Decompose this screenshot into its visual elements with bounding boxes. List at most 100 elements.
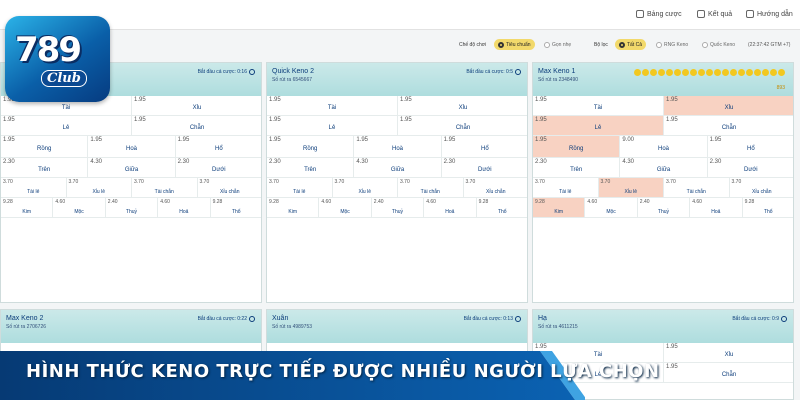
bet-odds: 3.70 [134, 179, 144, 185]
bet-option[interactable]: 9.28 Thổ [211, 198, 261, 217]
mode-compact-radio[interactable]: Gọn nhẹ [540, 39, 575, 50]
bet-option[interactable]: 1.95 Hổ [176, 136, 261, 157]
bet-option[interactable]: 1.95 Chẵn [664, 116, 793, 135]
bet-option[interactable]: 4.60 Hoả [690, 198, 743, 217]
bet-option[interactable]: 2.40 Thuỷ [106, 198, 159, 217]
nav-betting-board[interactable]: Bảng cược [636, 10, 682, 18]
radio-icon [702, 41, 708, 48]
bet-option[interactable]: 1.95 Xỉu [132, 96, 261, 115]
filter-all-radio[interactable]: Tất Cả [615, 39, 647, 50]
bet-option[interactable]: 3.70 Tài chẵn [398, 178, 464, 197]
bet-option[interactable]: 9.28 Thổ [743, 198, 793, 217]
bet-option[interactable]: 3.70 Tài lẻ [533, 178, 599, 197]
clock-icon [515, 316, 521, 322]
bet-option[interactable]: 2.30 Trên [267, 158, 355, 177]
bet-name: Tài chẵn [420, 189, 440, 195]
bet-option[interactable]: 1.95 Tài [533, 96, 664, 115]
bet-row: 2.30 Trên 4.30 Giữa 2.30 Dưới [533, 158, 793, 178]
nav-guide[interactable]: Hướng dẫn [746, 10, 793, 18]
result-ball [690, 69, 697, 76]
bet-option[interactable]: 3.70 Xỉu chẵn [198, 178, 262, 197]
bet-option[interactable]: 1.95 Lẻ [533, 116, 664, 135]
card-header: Max Keno 1 Số rút ra 2348490 893 [533, 63, 793, 96]
bet-option[interactable]: 3.70 Tài lẻ [267, 178, 333, 197]
bet-option[interactable]: 4.30 Giữa [88, 158, 176, 177]
bet-name: Tài [327, 105, 337, 111]
bet-name: Chẵn [455, 125, 471, 131]
result-ball [778, 69, 785, 76]
result-ball [674, 69, 681, 76]
bet-odds: 4.30 [622, 159, 635, 165]
bet-name: Thổ [497, 209, 507, 215]
bet-option[interactable]: 4.60 Mộc [53, 198, 106, 217]
bet-option[interactable]: 9.00 Hoà [620, 136, 708, 157]
bet-option[interactable]: 4.30 Giữa [620, 158, 708, 177]
countdown-text: Bắt đầu cá cược: 0:5 [466, 69, 513, 75]
bet-odds: 1.95 [666, 344, 678, 350]
bet-option[interactable]: 1.95 Xỉu [398, 96, 527, 115]
bet-option[interactable]: 1.95 Lẻ [267, 116, 398, 135]
bet-option[interactable]: 2.30 Dưới [176, 158, 261, 177]
bet-option[interactable]: 9.28 Thổ [477, 198, 527, 217]
bet-name: Tài lẻ [559, 189, 572, 195]
bet-option[interactable]: 3.70 Xỉu chẵn [464, 178, 528, 197]
bet-option[interactable]: 3.70 Tài chẵn [664, 178, 730, 197]
bet-name: Lẻ [62, 125, 70, 131]
bet-name: Xỉu [192, 105, 202, 111]
bet-option[interactable]: 1.95 Hoà [88, 136, 176, 157]
bet-option[interactable]: 4.60 Hoả [424, 198, 477, 217]
mode-standard-radio[interactable]: Tiêu chuẩn [494, 39, 535, 50]
bet-option[interactable]: 2.30 Trên [1, 158, 89, 177]
bet-option[interactable]: 9.28 Kim [267, 198, 320, 217]
bet-option[interactable]: 3.70 Xỉu lẻ [67, 178, 132, 197]
radio-icon [619, 41, 625, 48]
bet-option[interactable]: 1.95 Chẵn [132, 116, 261, 135]
bet-option[interactable]: 2.40 Thuỷ [372, 198, 425, 217]
bet-option[interactable]: 2.30 Dưới [442, 158, 527, 177]
game-card[interactable]: Quick Keno 2 Số rút ra 6545667 Bắt đầu cá … [266, 62, 528, 303]
bet-option[interactable]: 1.95 Hổ [442, 136, 527, 157]
bet-option[interactable]: 2.40 Thuỷ [638, 198, 691, 217]
bet-name: Hổ [480, 146, 489, 152]
bet-option[interactable]: 3.70 Xỉu chẵn [730, 178, 794, 197]
bet-option[interactable]: 4.30 Giữa [354, 158, 442, 177]
bet-name: Chẵn [721, 125, 737, 131]
bet-option[interactable]: 1.95 Lẻ [1, 116, 132, 135]
bet-odds: 1.95 [134, 117, 146, 123]
bet-option[interactable]: 3.70 Xỉu lẻ [333, 178, 398, 197]
filter-rng-radio[interactable]: RNG Keno [652, 39, 692, 50]
game-card[interactable]: Max Keno 1 Số rút ra 2348490 893 1.95 Tài 1.9… [532, 62, 794, 303]
bet-name: Xỉu [724, 105, 734, 111]
nav-label: Kết quả [708, 10, 733, 18]
bet-option[interactable]: 3.70 Xỉu lẻ [598, 178, 664, 197]
bet-option[interactable]: 1.95 Chẵn [398, 116, 527, 135]
bet-option[interactable]: 2.30 Dưới [708, 158, 793, 177]
countdown: Bắt đầu cá cược: 0:13 [464, 316, 521, 322]
bet-option[interactable]: 3.70 Tài lẻ [1, 178, 67, 197]
bet-name: Rồng [36, 146, 52, 152]
bet-option[interactable]: 2.30 Trên [533, 158, 621, 177]
bet-option[interactable]: 9.28 Kim [1, 198, 54, 217]
bet-odds: 2.30 [535, 159, 547, 165]
bet-option[interactable]: 1.95 Xỉu [664, 96, 793, 115]
bet-odds: 1.95 [400, 117, 412, 123]
filter-national-radio[interactable]: Quốc Keno [698, 39, 739, 50]
bet-odds: 1.95 [177, 137, 190, 143]
bet-option[interactable]: 1.95 Rồng [533, 136, 621, 157]
bet-option[interactable]: 1.95 Tài [267, 96, 398, 115]
bet-option[interactable]: 4.60 Mộc [319, 198, 372, 217]
bet-option[interactable]: 1.95 Hổ [708, 136, 793, 157]
bet-option[interactable]: 1.95 Rồng [267, 136, 355, 157]
bet-option[interactable]: 4.60 Hoả [158, 198, 211, 217]
bet-option[interactable]: 1.95 Rồng [1, 136, 89, 157]
bet-option[interactable]: 3.70 Tài chẵn [132, 178, 198, 197]
bet-row: 9.28 Kim 4.60 Mộc 2.40 Thuỷ 4.60 Hoả 9.28 Thổ [267, 198, 527, 218]
bet-option[interactable]: 9.28 Kim [533, 198, 586, 217]
nav-results[interactable]: Kết quả [697, 10, 732, 18]
bet-option[interactable]: 1.95 Hoà [354, 136, 442, 157]
bet-name: Xỉu [458, 105, 468, 111]
filter-bar: Chế độ chơi Tiêu chuẩn Gọn nhẹ Bộ lọc Tấ… [0, 35, 800, 55]
countdown-text: Bắt đầu cá cược: 0:13 [463, 316, 513, 322]
bet-option[interactable]: 4.60 Mộc [585, 198, 638, 217]
bet-odds: 1.95 [400, 97, 412, 103]
